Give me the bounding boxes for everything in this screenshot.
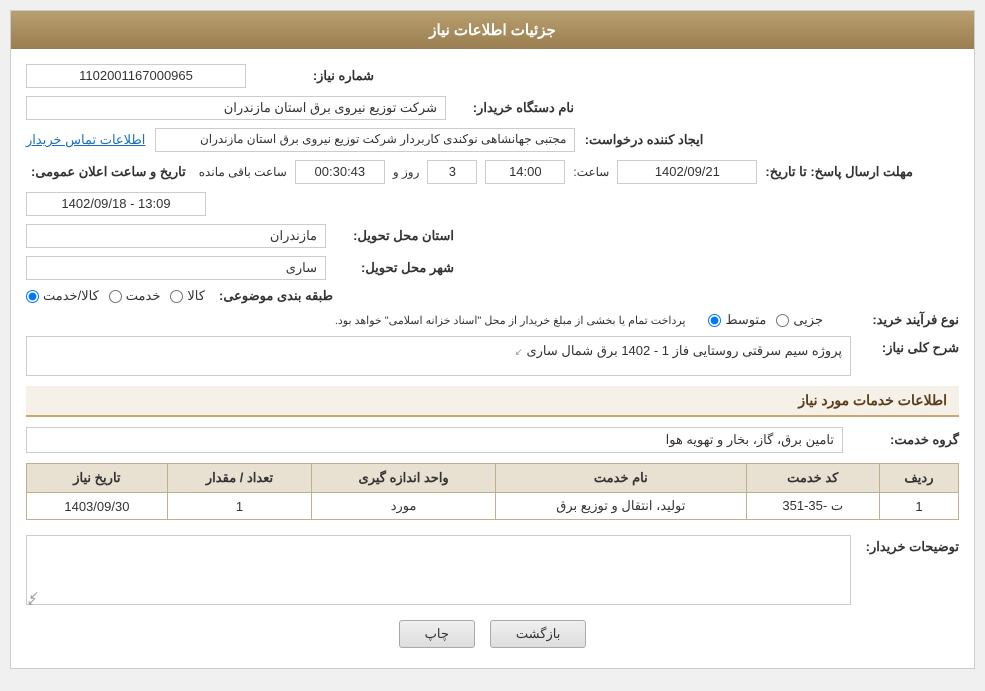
city-label: شهر محل تحویل: — [334, 260, 454, 276]
purchase-type-partial[interactable]: جزیی — [776, 312, 823, 328]
category-radio-group: کالا خدمت کالا/خدمت — [26, 288, 205, 304]
category-option-goods[interactable]: کالا — [170, 288, 205, 304]
col-row-num: ردیف — [879, 464, 958, 493]
buttons-row: بازگشت چاپ — [26, 620, 959, 648]
purchase-type-medium-label: متوسط — [725, 312, 766, 328]
cell-unit: مورد — [312, 493, 496, 520]
deadline-days-label: روز و — [393, 165, 420, 179]
need-number-value: 1102001167000965 — [26, 64, 246, 88]
cell-quantity: 1 — [167, 493, 311, 520]
col-service-code: کد خدمت — [746, 464, 879, 493]
purchase-type-row: نوع فرآیند خرید: جزیی متوسط پرداخت تمام … — [26, 312, 959, 328]
table-row: 1 ت -35-351 تولید، انتقال و توزیع برق مو… — [27, 493, 959, 520]
deadline-label: مهلت ارسال پاسخ: تا تاریخ: — [765, 164, 913, 180]
panel-title: جزئیات اطلاعات نیاز — [429, 22, 556, 39]
services-table-header: ردیف کد خدمت نام خدمت واحد اندازه گیری ت… — [27, 464, 959, 493]
cell-row-num: 1 — [879, 493, 958, 520]
need-number-label: شماره نیاز: — [254, 68, 374, 84]
col-unit: واحد اندازه گیری — [312, 464, 496, 493]
category-option-service[interactable]: خدمت — [109, 288, 161, 304]
category-row: طبقه بندی موضوعی: کالا خدمت کالا/خدمت — [26, 288, 959, 304]
service-group-label: گروه خدمت: — [859, 432, 959, 448]
category-option-both[interactable]: کالا/خدمت — [26, 288, 99, 304]
buyer-notes-section: توضیحات خریدار: ↙ — [26, 535, 959, 605]
need-description-text: پروژه سیم سرقتی روستایی فاز 1 - 1402 برق… — [526, 343, 842, 358]
purchase-type-partial-label: جزیی — [793, 312, 823, 328]
category-service-label: خدمت — [126, 288, 161, 304]
purchase-type-medium-radio[interactable] — [708, 314, 721, 327]
service-group-row: گروه خدمت: تامین برق، گاز، بخار و تهویه … — [26, 427, 959, 453]
province-label: استان محل تحویل: — [334, 228, 454, 244]
need-description-value: پروژه سیم سرقتی روستایی فاز 1 - 1402 برق… — [26, 336, 851, 376]
purchase-type-radio-group: جزیی متوسط — [708, 312, 823, 328]
back-button[interactable]: بازگشت — [490, 620, 586, 648]
province-row: استان محل تحویل: مازندران — [26, 224, 959, 248]
need-description-label: شرح کلی نیاز: — [859, 336, 959, 356]
province-value: مازندران — [26, 224, 326, 248]
requester-label: ایجاد کننده درخواست: — [583, 132, 703, 148]
purchase-type-medium[interactable]: متوسط — [708, 312, 766, 328]
buyer-name-value: شرکت توزیع نیروی برق استان مازندران — [26, 96, 446, 120]
buyer-name-label: نام دستگاه خریدار: — [454, 100, 574, 116]
category-both-label: کالا/خدمت — [43, 288, 99, 304]
buyer-notes-label: توضیحات خریدار: — [859, 535, 959, 555]
deadline-remaining-label: ساعت باقی مانده — [199, 165, 287, 179]
deadline-row: مهلت ارسال پاسخ: تا تاریخ: 1402/09/21 سا… — [26, 160, 959, 216]
deadline-days: 3 — [427, 160, 477, 184]
col-need-date: تاریخ نیاز — [27, 464, 168, 493]
cell-need-date: 1403/09/30 — [27, 493, 168, 520]
requester-value: مجتبی جهانشاهی نوکندی کاربردار شرکت توزی… — [155, 128, 575, 152]
need-description-section: شرح کلی نیاز: پروژه سیم سرقتی روستایی فا… — [26, 336, 959, 376]
panel-header: جزئیات اطلاعات نیاز — [11, 11, 974, 49]
col-quantity: تعداد / مقدار — [167, 464, 311, 493]
requester-row: ایجاد کننده درخواست: مجتبی جهانشاهی نوکن… — [26, 128, 959, 152]
buyer-notes-box[interactable]: ↙ — [26, 535, 851, 605]
contact-link[interactable]: اطلاعات تماس خریدار — [26, 132, 145, 148]
notes-resize-handle: ↙ — [29, 594, 37, 602]
cell-service-code: ت -35-351 — [746, 493, 879, 520]
deadline-time-label: ساعت: — [573, 165, 609, 179]
resize-handle: ↙ — [515, 347, 523, 355]
deadline-remaining: 00:30:43 — [295, 160, 385, 184]
col-service-name: نام خدمت — [496, 464, 747, 493]
announce-value: 1402/09/18 - 13:09 — [26, 192, 206, 216]
purchase-type-label: نوع فرآیند خرید: — [839, 312, 959, 328]
purchase-type-note: پرداخت تمام یا بخشی از مبلغ خریدار از مح… — [26, 314, 685, 327]
city-value: ساری — [26, 256, 326, 280]
cell-service-name: تولید، انتقال و توزیع برق — [496, 493, 747, 520]
buyer-name-row: نام دستگاه خریدار: شرکت توزیع نیروی برق … — [26, 96, 959, 120]
category-goods-radio[interactable] — [170, 290, 183, 303]
city-row: شهر محل تحویل: ساری — [26, 256, 959, 280]
category-label: طبقه بندی موضوعی: — [213, 288, 333, 304]
need-number-row: شماره نیاز: 1102001167000965 — [26, 64, 959, 88]
category-goods-label: کالا — [187, 288, 205, 304]
services-section-title: اطلاعات خدمات مورد نیاز — [26, 386, 959, 417]
service-group-value: تامین برق، گاز، بخار و تهویه هوا — [26, 427, 843, 453]
deadline-time: 14:00 — [485, 160, 565, 184]
category-service-radio[interactable] — [109, 290, 122, 303]
print-button[interactable]: چاپ — [399, 620, 475, 648]
announce-label: تاریخ و ساعت اعلان عمومی: — [31, 164, 186, 180]
deadline-date: 1402/09/21 — [617, 160, 757, 184]
services-table: ردیف کد خدمت نام خدمت واحد اندازه گیری ت… — [26, 463, 959, 520]
category-both-radio[interactable] — [26, 290, 39, 303]
purchase-type-partial-radio[interactable] — [776, 314, 789, 327]
